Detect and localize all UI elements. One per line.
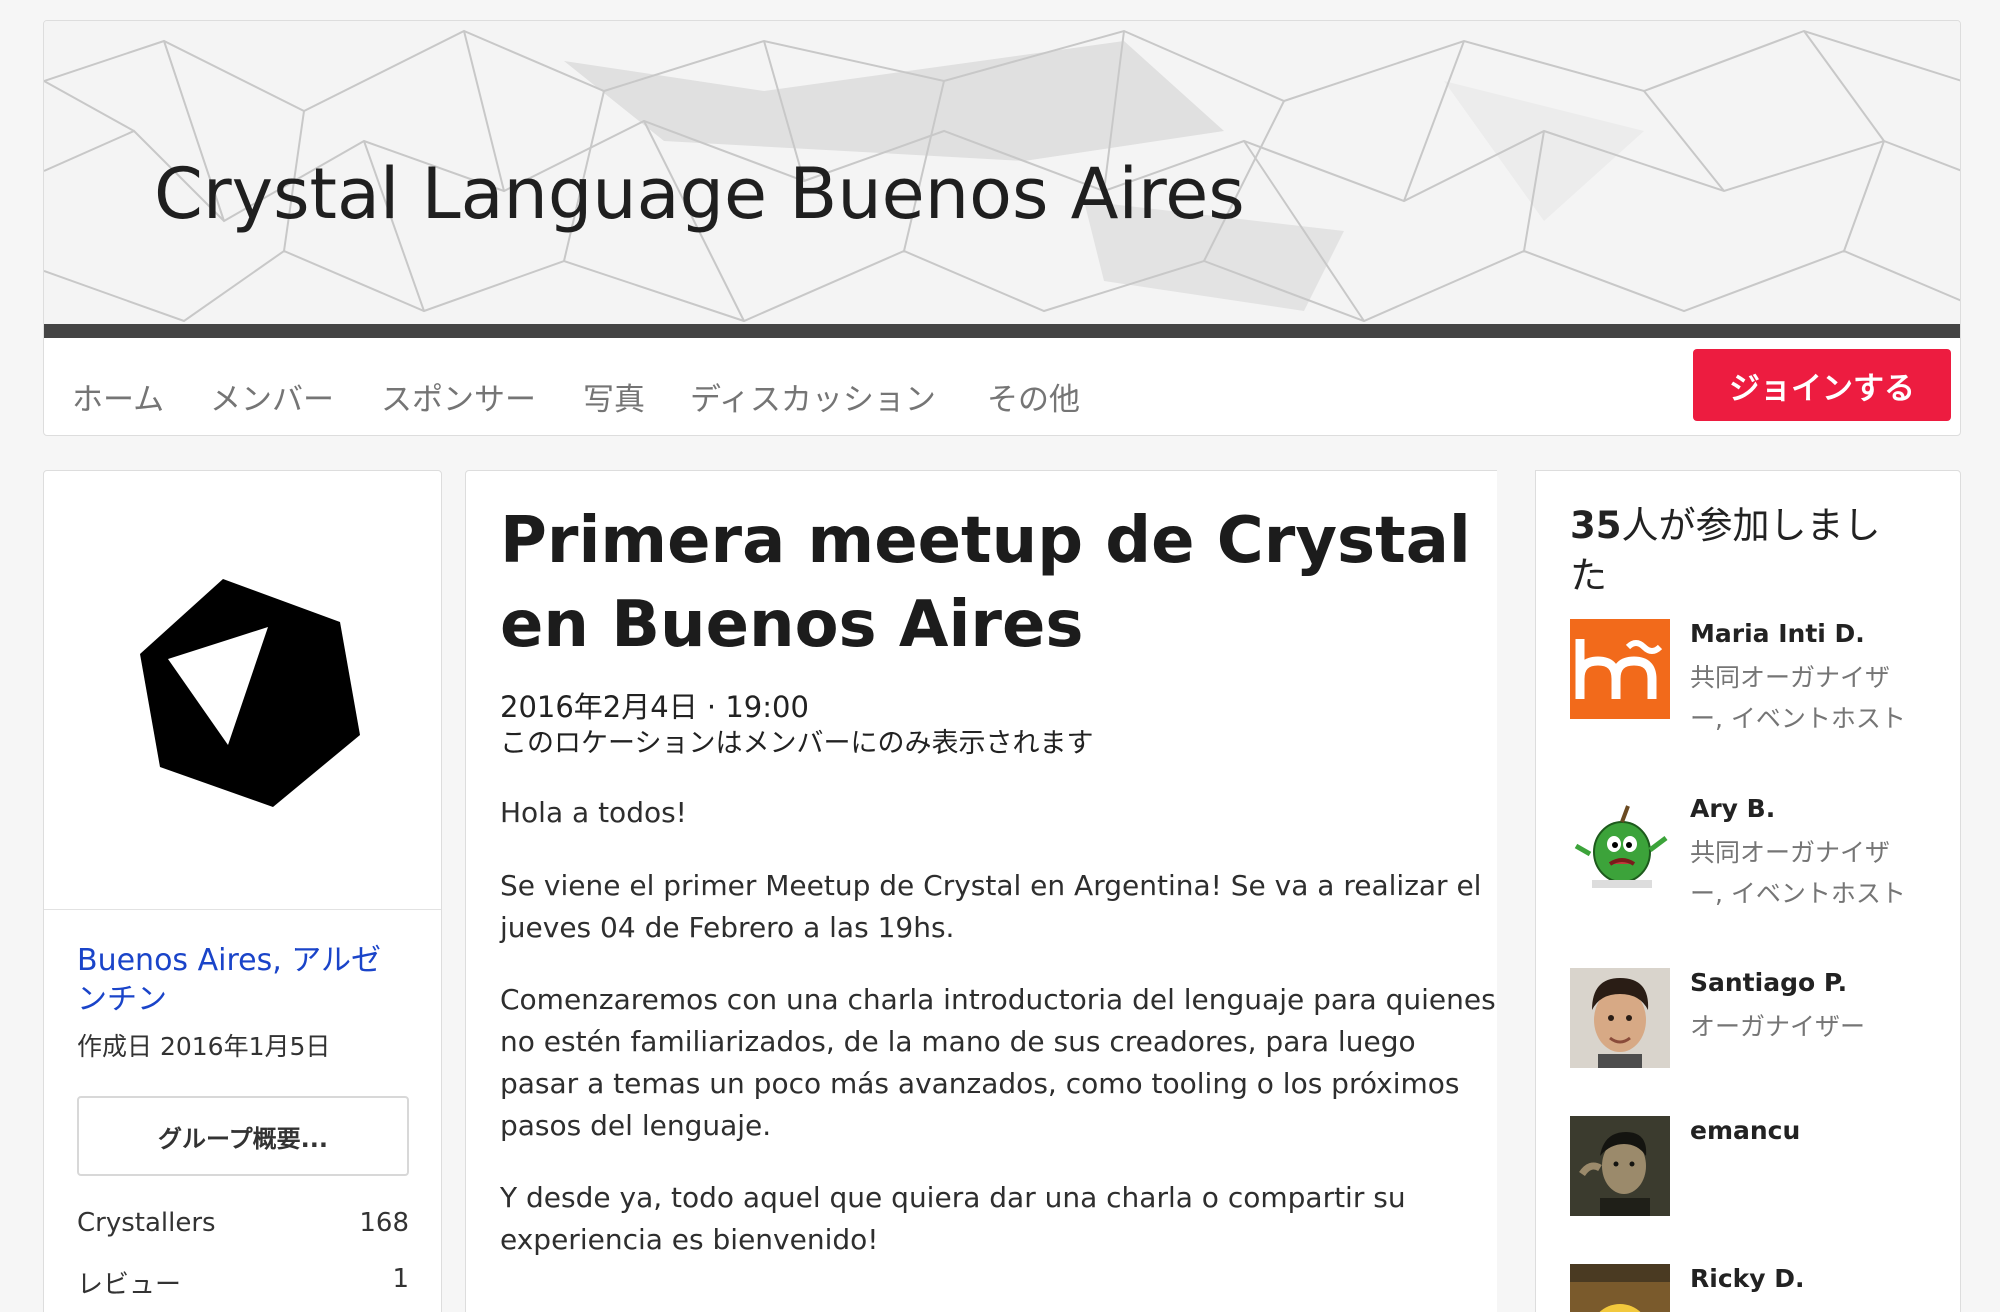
attendees-heading: 35人が参加しました (1570, 501, 1910, 601)
event-description-paragraph: Hola a todos! (500, 796, 687, 829)
event-description-paragraph: Comenzaremos con una charla introductori… (500, 983, 1496, 1142)
attendee-avatar[interactable] (1570, 1116, 1670, 1216)
group-overview-button[interactable]: グループ概要... (77, 1096, 409, 1176)
stat-value: 168 (359, 1208, 409, 1238)
attendees-panel: 35人が参加しました Maria Inti D. 共同オーガナイザー, イベント… (1535, 470, 1961, 1312)
attendee-name[interactable]: emancu (1690, 1116, 1800, 1145)
banner-rule (44, 324, 1960, 338)
attendees-count: 35 (1570, 504, 1622, 547)
attendee-name[interactable]: Ary B. (1690, 794, 1775, 823)
attendee-role: 共同オーガナイザー, イベントホスト (1690, 663, 1906, 733)
attendee-avatar[interactable] (1570, 1264, 1670, 1312)
page: Crystal Language Buenos Aires ホーム メンバー ス… (0, 0, 2000, 1312)
nav-item-discussions[interactable]: ディスカッション (690, 374, 936, 419)
event-location-note: このロケーションはメンバーにのみ表示されます (500, 728, 1094, 759)
group-founded-date: 作成日 2016年1月5日 (77, 1032, 331, 1061)
group-sidebar: Buenos Aires, アルゼンチン 作成日 2016年1月5日 グループ概… (43, 470, 442, 1312)
group-header: Crystal Language Buenos Aires ホーム メンバー ス… (43, 20, 1961, 436)
attendee-name[interactable]: Santiago P. (1690, 968, 1847, 997)
event-description-paragraph: Se viene el primer Meetup de Crystal en … (500, 869, 1482, 944)
cartoon-photo (1570, 1264, 1670, 1312)
attendee-role: 共同オーガナイザー, イベントホスト (1690, 838, 1906, 908)
attendee-name[interactable]: Maria Inti D. (1690, 619, 1865, 648)
nav-item-more[interactable]: その他 (987, 374, 1080, 419)
join-button[interactable]: ジョインする (1693, 349, 1951, 421)
attendee-role: オーガナイザー (1690, 1012, 1866, 1041)
event-datetime: 2016年2月4日 · 19:00 (500, 690, 809, 724)
person-photo (1570, 1116, 1670, 1216)
stat-row-members[interactable]: Crystallers 168 (77, 1208, 409, 1238)
attendee-name[interactable]: Ricky D. (1690, 1264, 1805, 1293)
event-title: Primera meetup de Crystal en Buenos Aire… (500, 504, 1471, 662)
attendee-avatar[interactable] (1570, 968, 1670, 1068)
group-banner: Crystal Language Buenos Aires (44, 21, 1960, 324)
stat-row-reviews[interactable]: レビュー 1 (77, 1264, 409, 1301)
stat-label: Crystallers (77, 1208, 216, 1238)
group-title: Crystal Language Buenos Aires (154, 153, 1245, 235)
attendee-avatar[interactable] (1570, 619, 1670, 719)
nav-item-members[interactable]: メンバー (210, 374, 334, 419)
nav-item-home[interactable]: ホーム (72, 374, 164, 419)
group-logo[interactable] (44, 471, 441, 910)
nav-item-sponsors[interactable]: スポンサー (381, 374, 536, 419)
logo-orange-icon (1570, 619, 1670, 719)
stat-value: 1 (392, 1264, 409, 1294)
event-description-paragraph: Y desde ya, todo aquel que quiera dar un… (500, 1181, 1406, 1256)
group-nav: ホーム メンバー スポンサー 写真 ディスカッション その他 ジョインする (44, 338, 1960, 435)
event-detail: Primera meetup de Crystal en Buenos Aire… (465, 470, 1497, 1312)
nav-item-photos[interactable]: 写真 (583, 374, 645, 419)
cartoon-apple-icon (1570, 794, 1670, 894)
attendee-avatar[interactable] (1570, 794, 1670, 894)
crystal-logo-icon (140, 579, 360, 807)
stat-label: レビュー (77, 1270, 182, 1300)
person-photo (1570, 968, 1670, 1068)
group-location-link[interactable]: Buenos Aires, アルゼンチン (77, 941, 407, 1019)
